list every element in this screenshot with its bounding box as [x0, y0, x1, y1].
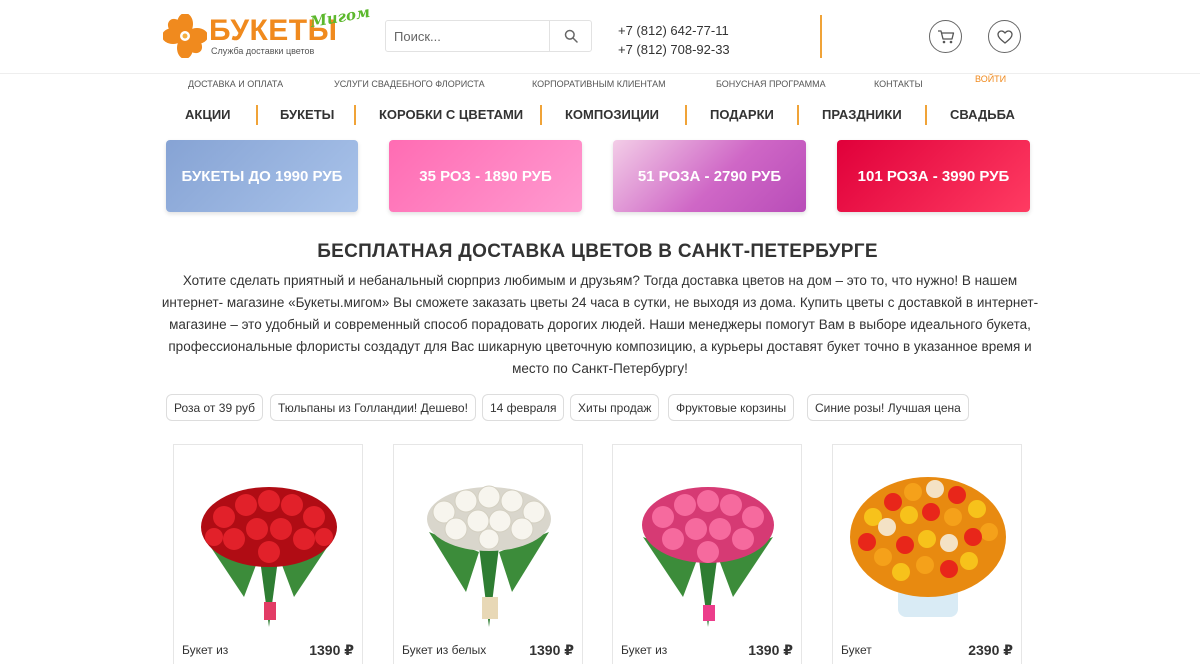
product-card[interactable]: Букет из 1390 ₽ [173, 444, 363, 664]
page-description: Хотите сделать приятный и небанальный сю… [161, 273, 1039, 376]
phone-number[interactable]: +7 (812) 708-92-33 [618, 40, 730, 59]
nav-item-compositions[interactable]: Композиции [565, 107, 659, 122]
logo-tagline: Служба доставки цветов [211, 46, 315, 56]
product-name: Букет из [182, 643, 229, 657]
product-card[interactable]: Букет 2390 ₽ [832, 444, 1022, 664]
search-icon [564, 29, 578, 43]
promo-banner[interactable]: 35 роз - 1890 руб [389, 140, 582, 212]
tag-chip[interactable]: Фруктовые корзины [668, 394, 795, 421]
nav-separator [540, 105, 542, 125]
logo[interactable]: БУКЕТЫ Мигом Служба доставки цветов [163, 3, 371, 62]
search-button[interactable] [549, 21, 591, 51]
promo-banner[interactable]: 51 роза - 2790 руб [613, 140, 806, 212]
top-nav-delivery[interactable]: Доставка и оплата [188, 79, 283, 89]
tag-chip[interactable]: Синие розы! Лучшая цена [807, 394, 969, 421]
top-nav-bonus[interactable]: Бонусная программа [716, 79, 826, 89]
tag-chip[interactable]: Тюльпаны из Голландии! Дешево! [270, 394, 476, 421]
product-name: Букет из [621, 643, 668, 657]
nav-item-wedding[interactable]: Свадьба [950, 107, 1015, 122]
top-nav-wedding-florist[interactable]: Услуги свадебного флориста [334, 79, 485, 89]
nav-separator [797, 105, 799, 125]
product-price: 1390 ₽ [748, 642, 793, 658]
product-price: 2390 ₽ [968, 642, 1013, 658]
bouquet-image [427, 485, 551, 627]
top-nav: Доставка и оплата Услуги свадебного флор… [0, 74, 1200, 94]
nav-separator [256, 105, 258, 125]
product-name: Букет из белых [402, 643, 487, 657]
nav-item-promos[interactable]: Акции [185, 107, 231, 122]
top-nav-corporate[interactable]: Корпоративным клиентам [532, 79, 666, 89]
top-nav-contacts[interactable]: Контакты [874, 79, 923, 89]
nav-item-holidays[interactable]: Праздники [822, 107, 902, 122]
nav-separator [925, 105, 927, 125]
nav-item-gifts[interactable]: Подарки [710, 107, 774, 122]
login-link[interactable]: Войти [975, 74, 1006, 84]
bouquet-image [850, 477, 1006, 617]
cart-button[interactable] [929, 20, 962, 53]
nav-separator [685, 105, 687, 125]
tag-chip[interactable]: Роза от 39 руб [166, 394, 263, 421]
heart-icon [996, 29, 1013, 44]
promo-banner[interactable]: 101 роза - 3990 руб [837, 140, 1030, 212]
nav-item-flower-boxes[interactable]: Коробки с цветами [379, 107, 523, 122]
bouquet-image [201, 487, 337, 627]
nav-separator [354, 105, 356, 125]
page-title: Бесплатная доставка цветов в Санкт-Петер… [317, 241, 878, 262]
flower-logo-icon [163, 14, 207, 58]
cart-icon [937, 29, 954, 43]
phone-block: +7 (812) 642-77-11 +7 (812) 708-92-33 [618, 21, 730, 59]
tag-chip[interactable]: Хиты продаж [570, 394, 660, 421]
phone-number[interactable]: +7 (812) 642-77-11 [618, 21, 730, 40]
nav-item-bouquets[interactable]: Букеты [280, 107, 334, 122]
site-header: БУКЕТЫ Мигом Служба доставки цветов +7 (… [0, 0, 1200, 74]
product-name: Букет [841, 643, 872, 657]
logo-script: Мигом [308, 2, 372, 32]
wishlist-button[interactable] [988, 20, 1021, 53]
search-input[interactable] [386, 21, 550, 51]
main-nav: Акции Букеты Коробки с цветами Композици… [0, 102, 1200, 128]
search-box [385, 20, 592, 52]
promo-banner[interactable]: Букеты до 1990 руб [166, 140, 358, 212]
product-card[interactable]: Букет из белых 1390 ₽ [393, 444, 583, 664]
product-price: 1390 ₽ [529, 642, 574, 658]
bouquet-image [642, 487, 774, 627]
product-card[interactable]: Букет из 1390 ₽ [612, 444, 802, 664]
tag-chip[interactable]: 14 февраля [482, 394, 565, 421]
header-divider [820, 15, 822, 58]
product-price: 1390 ₽ [309, 642, 354, 658]
